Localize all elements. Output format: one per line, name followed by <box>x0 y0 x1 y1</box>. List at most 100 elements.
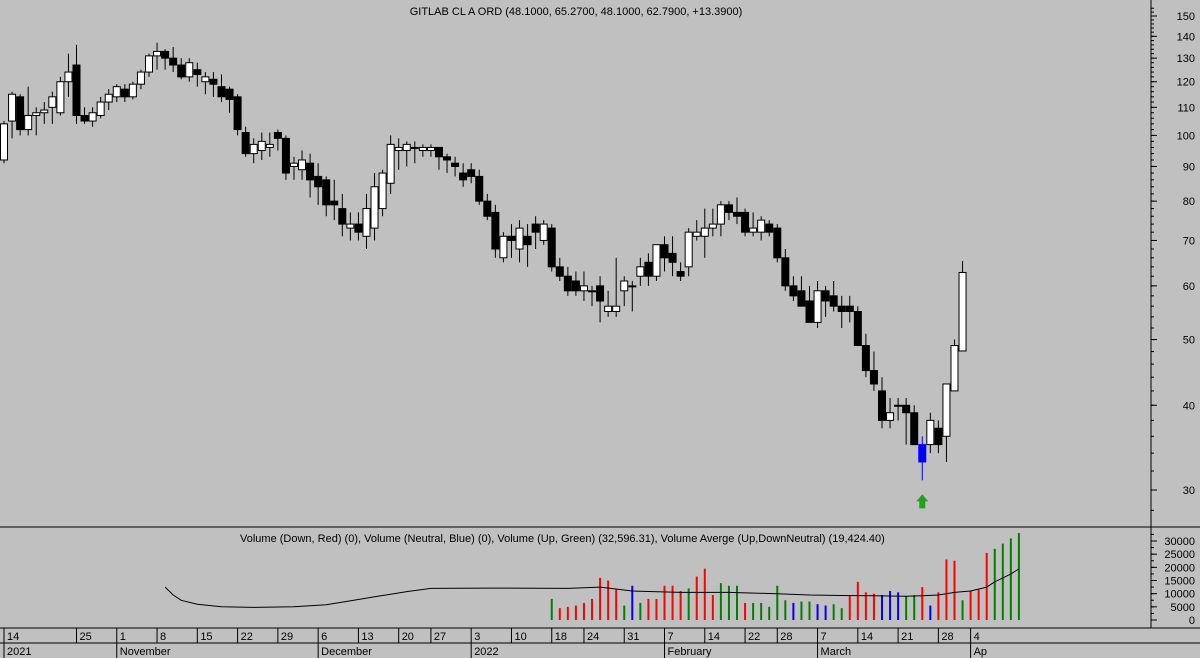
volume-tick-label: 5000 <box>1171 602 1195 614</box>
candle <box>958 261 967 352</box>
price-tick-label: 60 <box>1183 281 1195 293</box>
volume-panel: Volume (Down, Red) (0), Volume (Neutral,… <box>164 533 1020 620</box>
day-tick-label: 27 <box>434 631 446 643</box>
day-tick-label: 7 <box>821 631 827 643</box>
day-tick-label: 7 <box>668 631 674 643</box>
day-tick-label: 1 <box>120 631 126 643</box>
candle-body <box>716 204 725 225</box>
price-tick-label: 110 <box>1177 102 1195 114</box>
candle-body <box>153 50 162 57</box>
up-arrow-icon <box>916 494 929 509</box>
candle-body <box>797 290 806 307</box>
candle-body <box>950 345 959 392</box>
volume-tick-label: 25000 <box>1164 549 1195 561</box>
candle-body <box>346 223 355 229</box>
candle-body <box>499 235 508 259</box>
candle-body <box>24 114 33 131</box>
candle-body <box>571 280 580 292</box>
price-tick-label: 40 <box>1183 400 1195 412</box>
candle <box>56 76 65 116</box>
price-panel: GITLAB CL A ORD (48.1000, 65.2700, 48.10… <box>0 6 1200 528</box>
candle-body <box>588 290 597 293</box>
candle-body <box>708 223 717 229</box>
period-label: February <box>668 646 713 658</box>
candle <box>467 163 476 184</box>
day-tick-label: 18 <box>555 631 567 643</box>
volume-bars <box>550 533 1020 620</box>
candle-body <box>96 101 105 116</box>
candle <box>434 146 443 170</box>
candle <box>813 280 822 329</box>
day-tick-label: 6 <box>321 631 327 643</box>
candle <box>209 72 218 97</box>
candle-body <box>733 211 742 217</box>
candle <box>886 398 895 429</box>
day-tick-label: 14 <box>861 631 873 643</box>
candle-body <box>926 419 935 446</box>
candle <box>24 86 33 136</box>
candle <box>628 280 637 312</box>
candle-body <box>217 86 226 98</box>
candle-body <box>547 227 556 268</box>
price-tick-label: 50 <box>1183 335 1195 347</box>
candle-body <box>233 96 242 131</box>
candle-body <box>789 285 798 297</box>
day-tick-label: 29 <box>281 631 293 643</box>
candle-body <box>612 305 621 312</box>
candle-body <box>289 162 298 167</box>
candle-body <box>741 211 750 233</box>
candle <box>805 285 814 323</box>
price-tick-label: 130 <box>1177 53 1195 65</box>
candle-body <box>136 71 145 85</box>
period-label: November <box>120 646 171 658</box>
candle <box>378 169 387 217</box>
candle <box>322 176 331 217</box>
candle-body <box>861 345 870 372</box>
day-tick-label: 13 <box>361 631 373 643</box>
candlestick-series <box>0 42 967 481</box>
day-tick-label: 22 <box>748 631 760 643</box>
candle <box>0 121 8 164</box>
candle <box>298 150 307 180</box>
candle <box>475 169 484 205</box>
candle <box>668 236 677 277</box>
signal-layer <box>916 494 929 509</box>
candle <box>829 280 838 312</box>
candle-body <box>451 162 460 167</box>
candle <box>877 377 886 429</box>
candle-body <box>845 305 854 312</box>
candle-body <box>579 285 588 292</box>
candle-body <box>443 156 452 161</box>
day-tick-label: 28 <box>941 631 953 643</box>
volume-tick-label: 30000 <box>1164 536 1195 548</box>
candle <box>539 220 548 245</box>
price-tick-label: 90 <box>1183 161 1195 173</box>
candle-body <box>16 96 25 131</box>
period-label: Ap <box>974 646 987 658</box>
day-tick-label: 14 <box>7 631 19 643</box>
candle-body <box>434 146 443 158</box>
candle-body <box>902 404 911 414</box>
candle <box>620 276 629 307</box>
candle <box>418 144 427 157</box>
candle-body <box>161 50 170 59</box>
candle-body <box>128 83 137 98</box>
candle <box>483 193 492 221</box>
candle-body <box>402 143 411 152</box>
volume-legend: Volume (Down, Red) (0), Volume (Neutral,… <box>240 533 885 545</box>
candle <box>8 91 17 139</box>
price-tick-label: 30 <box>1183 485 1195 497</box>
candle <box>563 266 572 296</box>
candle <box>394 138 403 170</box>
candle-body <box>781 257 790 287</box>
candle <box>451 156 460 177</box>
candle-body <box>273 131 282 139</box>
candle-body <box>491 211 500 250</box>
candle <box>241 126 250 157</box>
price-tick-label: 80 <box>1183 196 1195 208</box>
candle-body <box>692 231 701 237</box>
candle-body <box>354 223 363 233</box>
candle <box>555 257 564 281</box>
price-tick-label: 120 <box>1177 77 1195 89</box>
candle-body <box>628 285 637 288</box>
